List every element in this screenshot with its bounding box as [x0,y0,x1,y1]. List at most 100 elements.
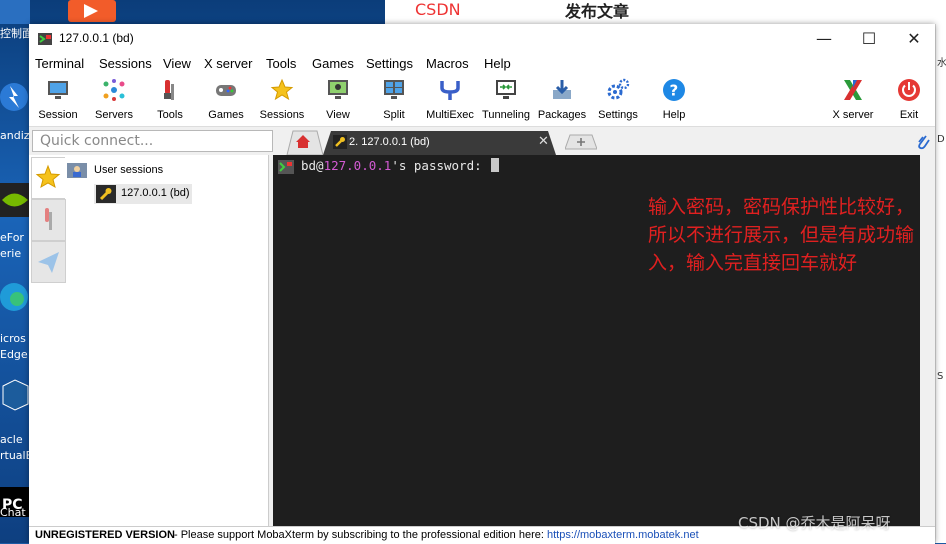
desktop-icon-label: rtualB [0,449,30,462]
xserver-icon [844,80,862,100]
close-button[interactable]: ✕ [891,24,937,54]
split-icon [384,80,404,99]
desktop-icon-label: Edge [0,348,28,361]
help-icon: ? [663,79,685,101]
view-button[interactable]: View [310,76,366,124]
paperclip-icon[interactable] [915,132,931,150]
mobatek-link[interactable]: https://mobaxterm.mobatek.net [547,527,699,544]
menu-terminal[interactable]: Terminal [35,56,84,71]
desktop-icon-label: Chat [0,506,26,519]
menu-settings[interactable]: Settings [366,56,413,71]
gamepad-icon [216,85,236,96]
star-icon [35,164,61,189]
desktop-icon-label: eFor [0,231,24,244]
power-icon [898,79,920,101]
session-tree: User sessions 127.0.0.1 (bd) [67,155,267,526]
servers-button[interactable]: Servers [86,76,142,124]
tunnel-icon [496,80,516,99]
menu-bar: Terminal Sessions View X server Tools Ga… [29,54,935,74]
sidebar-tabs [31,157,66,285]
desktop-icon-label: 控制面 [0,27,30,40]
quick-connect-input[interactable]: Quick connect... [32,130,273,152]
settings-button[interactable]: Settings [590,76,646,124]
svg-text:?: ? [670,82,679,100]
menu-view[interactable]: View [163,56,191,71]
ssh-session-icon [96,185,116,203]
terminal-prompt-icon [278,160,294,174]
terminal-pane[interactable]: bd@127.0.0.1's password: 输入密码，密码保护性比较好，所… [273,155,920,526]
tools-icon [45,208,52,230]
toolbar-label: Exit [899,109,919,121]
menu-games[interactable]: Games [312,56,354,71]
fork-icon [440,81,460,100]
desktop-icon-label: erie [0,247,22,260]
multiexec-button[interactable]: MultiExec [422,76,478,124]
desktop-icon-label: acle [0,433,23,446]
terminal-scrollbar[interactable] [920,155,935,526]
virtualbox-icon[interactable] [0,378,30,412]
new-tab-button[interactable] [564,134,598,150]
mobaxterm-window: 127.0.0.1 (bd) — ☐ ✕ Terminal Sessions V… [29,24,935,544]
desktop-icon-1[interactable] [0,0,30,24]
sessions-sidebar: User sessions 127.0.0.1 (bd) [29,155,269,526]
tools-button[interactable]: Tools [142,76,198,124]
csdn-watermark: CSDN @乔木是阿呆呀 [738,514,891,532]
tab-label: 2. 127.0.0.1 (bd) [349,136,430,148]
download-icon [553,80,571,99]
home-tab[interactable] [283,130,324,156]
split-button[interactable]: Split [366,76,422,124]
sessions-button[interactable]: Sessions [254,76,310,124]
view-icon [328,80,348,99]
nvidia-icon[interactable] [0,183,30,217]
terminal-prompt-text: 's password: [391,158,490,173]
tab-close-icon[interactable]: ✕ [538,134,549,149]
sidebar-tab-tools[interactable] [31,199,66,241]
terminal-cursor [491,158,500,172]
menu-help[interactable]: Help [484,56,511,71]
terminal-prompt-line: bd@127.0.0.1's password: [301,158,500,173]
monitor-icon [48,81,68,99]
mobaxterm-logo-icon [37,31,53,47]
user-folder-icon [67,163,87,178]
toolbar: Session Servers Tools Games Sessions Vie… [29,74,935,127]
sidebar-tab-sftp[interactable] [31,241,66,283]
edge-icon[interactable] [0,280,30,314]
menu-tools[interactable]: Tools [266,56,296,71]
menu-xserver[interactable]: X server [204,56,252,71]
menu-macros[interactable]: Macros [426,56,469,71]
paper-plane-icon [38,252,59,273]
edge-text: S [937,371,944,382]
red-annotation-text: 输入密码，密码保护性比较好，所以不进行展示，但是有成功输入，输入完直接回车就好 [648,196,915,274]
exit-button[interactable]: Exit [881,76,937,124]
packages-button[interactable]: Packages [534,76,590,124]
tunneling-button[interactable]: Tunneling [478,76,534,124]
xserver-button[interactable]: X server [825,76,881,124]
browser-page-title: 发布文章 [565,2,630,21]
tab-session-2[interactable]: 2. 127.0.0.1 (bd) ✕ [323,130,556,155]
maximize-button[interactable]: ☐ [846,24,892,54]
help-button[interactable]: ? Help [646,76,702,124]
menu-sessions[interactable]: Sessions [99,56,152,71]
star-icon [270,78,294,101]
title-bar[interactable]: 127.0.0.1 (bd) — ☐ ✕ [29,24,935,54]
minimize-button[interactable]: — [801,24,847,54]
network-icon [103,79,125,101]
desktop-icon-label: icros [0,332,26,345]
app-shortcut-icon[interactable] [68,0,116,24]
tabs-row: Quick connect... 2. 127.0.0.1 (bd) ✕ [29,127,935,156]
unregistered-label: UNREGISTERED VERSION [35,529,175,541]
tree-root-label: User sessions [94,164,164,176]
toolbar-label: Help [662,109,686,121]
browser-window-strip: CSDN 发布文章 [385,0,946,24]
games-button[interactable]: Games [198,76,254,124]
session-item-label: 127.0.0.1 (bd) [121,187,190,199]
session-button[interactable]: Session [30,76,86,124]
tools-icon [164,80,174,100]
terminal-host: 127.0.0.1 [323,158,392,173]
desktop-icon-label: andiz [0,129,30,142]
session-item[interactable]: 127.0.0.1 (bd) [94,184,192,204]
wrench-icon [333,135,347,149]
sidebar-tab-sessions[interactable] [31,157,65,199]
support-message: - Please support MobaXterm by subscribin… [174,529,544,541]
gears-icon [607,78,630,100]
